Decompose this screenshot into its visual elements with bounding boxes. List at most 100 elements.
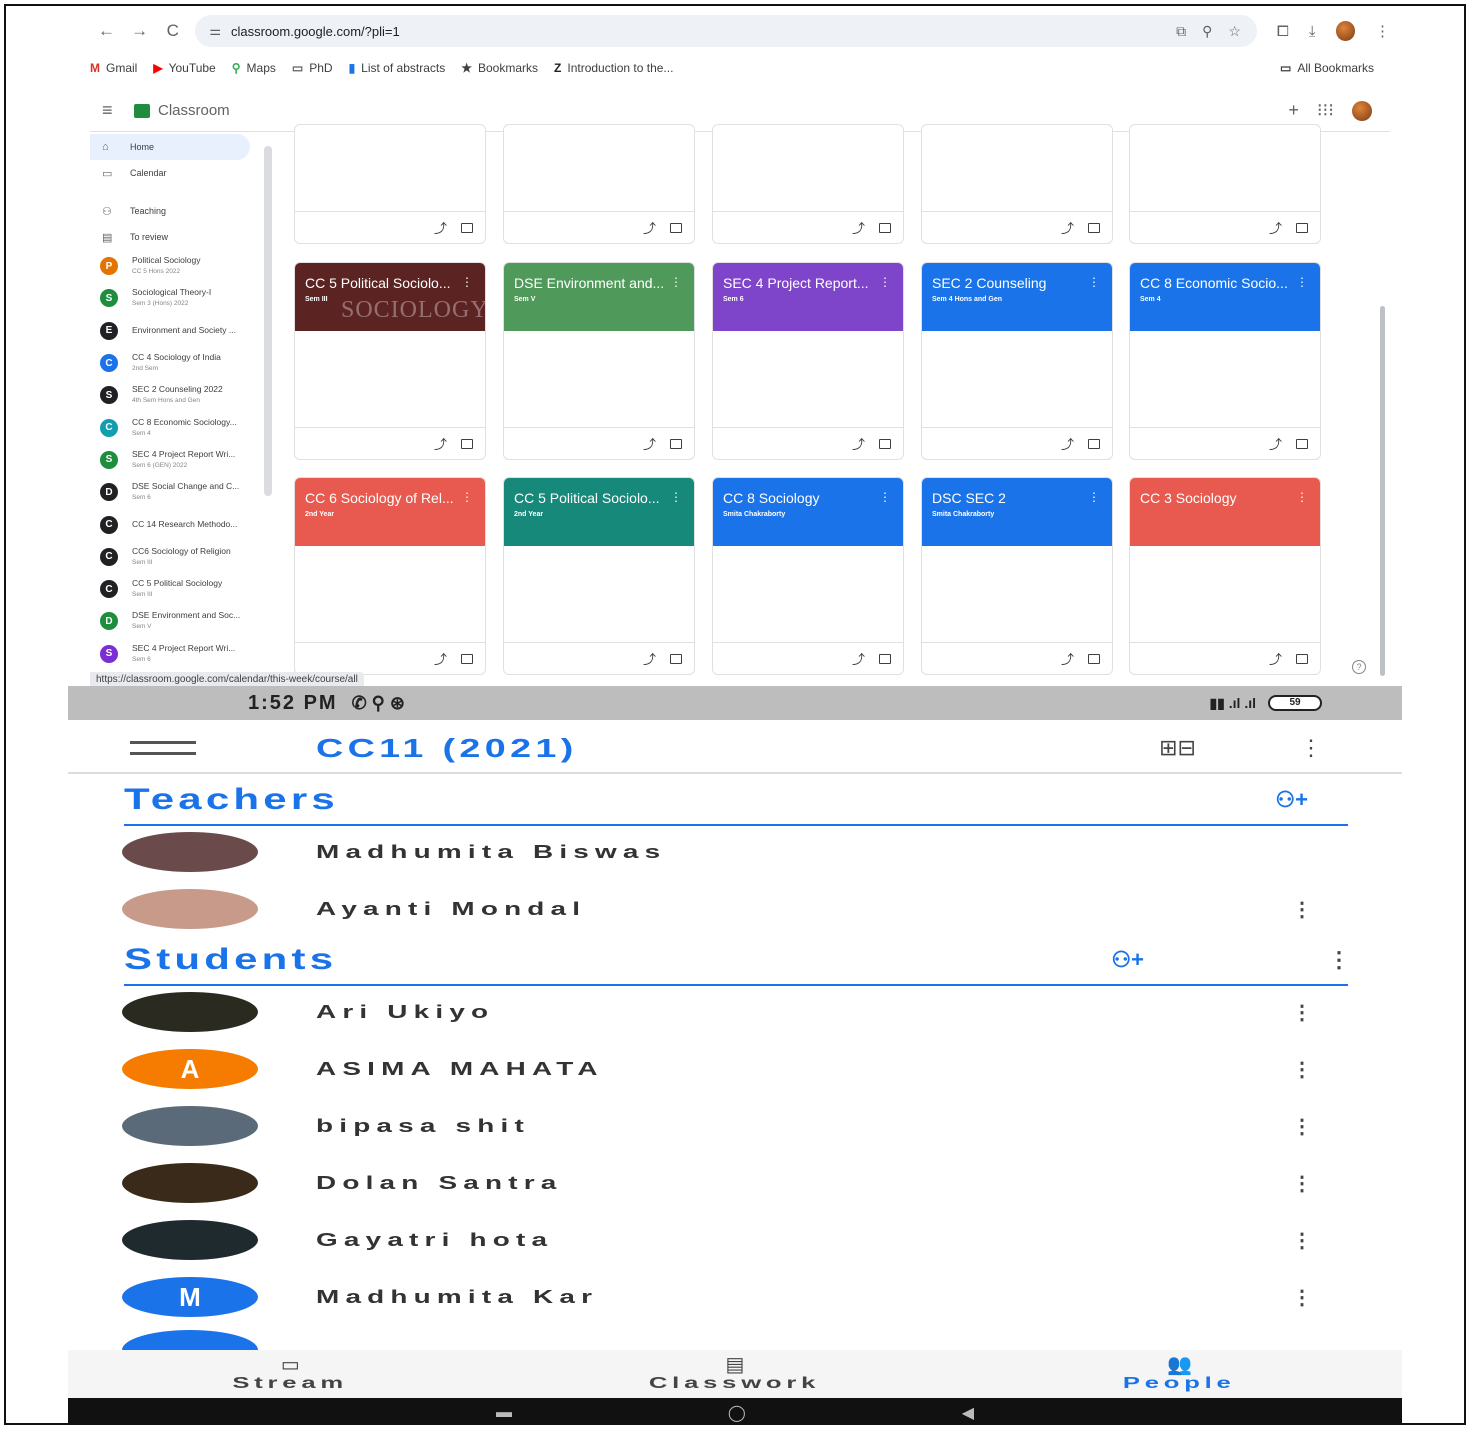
card-title[interactable]: SEC 2 Counseling <box>932 275 1092 291</box>
trending-icon[interactable]: ⤴ <box>852 218 865 237</box>
trending-icon[interactable]: ⤴ <box>1061 434 1074 453</box>
bookmark-item[interactable]: ▭ PhD <box>292 61 333 75</box>
omnibox[interactable]: ⚌ classroom.google.com/?pli=1 ⧉ ⚲ ☆ <box>195 15 1257 47</box>
back-icon[interactable]: ← <box>90 21 123 41</box>
class-card-partial[interactable]: ⤴ <box>1129 124 1321 244</box>
card-header[interactable]: CC 5 Political Sociolo... 2nd Year ⋮ <box>504 478 694 546</box>
bookmark-item[interactable]: M Gmail <box>90 61 137 75</box>
folder-icon[interactable] <box>1296 653 1308 664</box>
zoom-icon[interactable]: ⚲ <box>1202 23 1212 40</box>
card-header[interactable]: SEC 2 Counseling Sem 4 Hons and Gen ⋮ <box>922 263 1112 331</box>
install-app-icon[interactable]: ⧉ <box>1176 23 1186 40</box>
sidebar-class-item[interactable]: E Environment and Society ... <box>90 315 262 347</box>
overflow-menu-icon[interactable]: ⋮ <box>1300 735 1322 761</box>
class-card[interactable]: SOCIOLOGY CC 5 Political Sociolo... Sem II… <box>294 262 486 460</box>
browser-menu-icon[interactable]: ⋮ <box>1375 22 1390 40</box>
class-card[interactable]: SEC 2 Counseling Sem 4 Hons and Gen ⋮ ⤴ <box>921 262 1113 460</box>
person-row[interactable]: Gayatri hota ⋮ <box>122 1212 1312 1268</box>
card-title[interactable]: CC 6 Sociology of Rel... <box>305 490 465 506</box>
home-button-icon[interactable]: ◯ <box>728 1403 746 1423</box>
class-card[interactable]: DSC SEC 2 Smita Chakraborty ⋮ ⤴ <box>921 477 1113 675</box>
person-menu-icon[interactable]: ⋮ <box>1292 1114 1312 1139</box>
drawer-menu-icon[interactable] <box>130 741 196 755</box>
trending-icon[interactable]: ⤴ <box>643 649 656 668</box>
folder-icon[interactable] <box>1296 222 1308 233</box>
download-icon[interactable]: ⤓ <box>1309 23 1316 40</box>
class-card[interactable]: CC 6 Sociology of Rel... 2nd Year ⋮ ⤴ <box>294 477 486 675</box>
trending-icon[interactable]: ⤴ <box>1061 218 1074 237</box>
recents-icon[interactable]: ▬ <box>496 1404 512 1422</box>
folder-icon[interactable] <box>1088 653 1100 664</box>
card-title[interactable]: CC 5 Political Sociolo... <box>514 490 674 506</box>
person-row[interactable]: Dolan Santra ⋮ <box>122 1155 1312 1211</box>
folder-icon[interactable] <box>461 222 473 233</box>
person-row[interactable]: M Madhumita Kar ⋮ <box>122 1269 1312 1325</box>
person-menu-icon[interactable]: ⋮ <box>1292 1285 1312 1310</box>
person-menu-icon[interactable]: ⋮ <box>1292 1000 1312 1025</box>
person-menu-icon[interactable]: ⋮ <box>1292 1057 1312 1082</box>
trending-icon[interactable]: ⤴ <box>1061 649 1074 668</box>
folder-icon[interactable] <box>1088 222 1100 233</box>
tab-people[interactable]: 👥 People <box>957 1350 1402 1398</box>
card-header[interactable]: DSE Environment and... Sem V ⋮ <box>504 263 694 331</box>
person-row-partial[interactable] <box>122 1326 1312 1350</box>
students-menu-icon[interactable]: ⋮ <box>1328 947 1350 973</box>
bookmark-item[interactable]: ▮ List of abstracts <box>349 61 446 75</box>
card-header[interactable]: CC 6 Sociology of Rel... 2nd Year ⋮ <box>295 478 485 546</box>
reload-icon[interactable]: C <box>156 21 189 41</box>
folder-icon[interactable] <box>879 438 891 449</box>
class-card[interactable]: CC 8 Economic Socio... Sem 4 ⋮ ⤴ <box>1129 262 1321 460</box>
sidebar-item-teaching[interactable]: ⚇ Teaching <box>90 198 262 224</box>
person-menu-icon[interactable]: ⋮ <box>1292 897 1312 922</box>
person-row[interactable]: bipasa shit ⋮ <box>122 1098 1312 1154</box>
person-row[interactable]: Ayanti Mondal ⋮ <box>122 881 1312 937</box>
bookmark-item[interactable]: Z Introduction to the... <box>554 61 673 75</box>
page-scrollbar[interactable] <box>1380 306 1385 676</box>
card-header[interactable]: SEC 4 Project Report... Sem 6 ⋮ <box>713 263 903 331</box>
class-card[interactable]: CC 5 Political Sociolo... 2nd Year ⋮ ⤴ <box>503 477 695 675</box>
bookmark-item[interactable]: ⚲ Maps <box>232 61 276 75</box>
trending-icon[interactable]: ⤴ <box>852 649 865 668</box>
folder-icon[interactable] <box>1296 438 1308 449</box>
tab-classwork[interactable]: ▤ Classwork <box>513 1350 958 1398</box>
folder-icon[interactable] <box>879 653 891 664</box>
card-title[interactable]: CC 3 Sociology <box>1140 490 1300 506</box>
sidebar-class-item[interactable]: C CC 5 Political Sociology Sem III <box>90 573 262 605</box>
person-row[interactable]: Ari Ukiyo ⋮ <box>122 984 1312 1040</box>
card-menu-icon[interactable]: ⋮ <box>1088 490 1100 504</box>
sidebar-class-item[interactable]: C CC 4 Sociology of India 2nd Sem <box>90 347 262 379</box>
add-icon[interactable]: + <box>1288 100 1299 121</box>
help-icon[interactable]: ? <box>1352 660 1366 674</box>
sidebar-item-to-review[interactable]: ▤ To review <box>90 224 262 250</box>
site-settings-icon[interactable]: ⚌ <box>209 23 221 39</box>
class-card-partial[interactable]: ⤴ <box>503 124 695 244</box>
meet-icon[interactable]: ⊞⊟ <box>1159 735 1196 761</box>
invite-teacher-icon[interactable]: ⚇+ <box>1275 787 1308 813</box>
class-card[interactable]: CC 8 Sociology Smita Chakraborty ⋮ ⤴ <box>712 477 904 675</box>
sidebar-class-item[interactable]: C CC6 Sociology of Religion Sem III <box>90 541 262 573</box>
folder-icon[interactable] <box>670 222 682 233</box>
apps-grid-icon[interactable]: ⁝⁝⁝ <box>1317 100 1334 121</box>
sidebar-class-item[interactable]: C CC 8 Economic Sociology... Sem 4 <box>90 411 262 443</box>
trending-icon[interactable]: ⤴ <box>643 218 656 237</box>
bookmark-item[interactable]: ★ Bookmarks <box>461 61 538 75</box>
card-menu-icon[interactable]: ⋮ <box>670 490 682 504</box>
sidebar-class-item[interactable]: S SEC 4 Project Report Wri... Sem 6 (GEN) … <box>90 444 262 476</box>
extensions-icon[interactable]: ⧠ <box>1277 23 1289 40</box>
folder-icon[interactable] <box>461 438 473 449</box>
folder-icon[interactable] <box>670 438 682 449</box>
card-title[interactable]: CC 8 Sociology <box>723 490 883 506</box>
card-title[interactable]: CC 5 Political Sociolo... <box>305 275 465 291</box>
class-card-partial[interactable]: ⤴ <box>712 124 904 244</box>
sidebar-class-item[interactable]: S SEC 4 Project Report Wri... Sem 6 <box>90 638 262 670</box>
card-menu-icon[interactable]: ⋮ <box>879 275 891 289</box>
trending-icon[interactable]: ⤴ <box>434 218 447 237</box>
forward-icon[interactable]: → <box>123 21 156 41</box>
trending-icon[interactable]: ⤴ <box>1269 649 1282 668</box>
card-header[interactable]: CC 8 Economic Socio... Sem 4 ⋮ <box>1130 263 1320 331</box>
class-card[interactable]: DSE Environment and... Sem V ⋮ ⤴ <box>503 262 695 460</box>
card-menu-icon[interactable]: ⋮ <box>1296 275 1308 289</box>
sidebar-class-item[interactable]: D DSE Environment and Soc... Sem V <box>90 605 262 637</box>
bookmark-star-icon[interactable]: ☆ <box>1228 23 1241 40</box>
class-card-partial[interactable]: ⤴ <box>294 124 486 244</box>
